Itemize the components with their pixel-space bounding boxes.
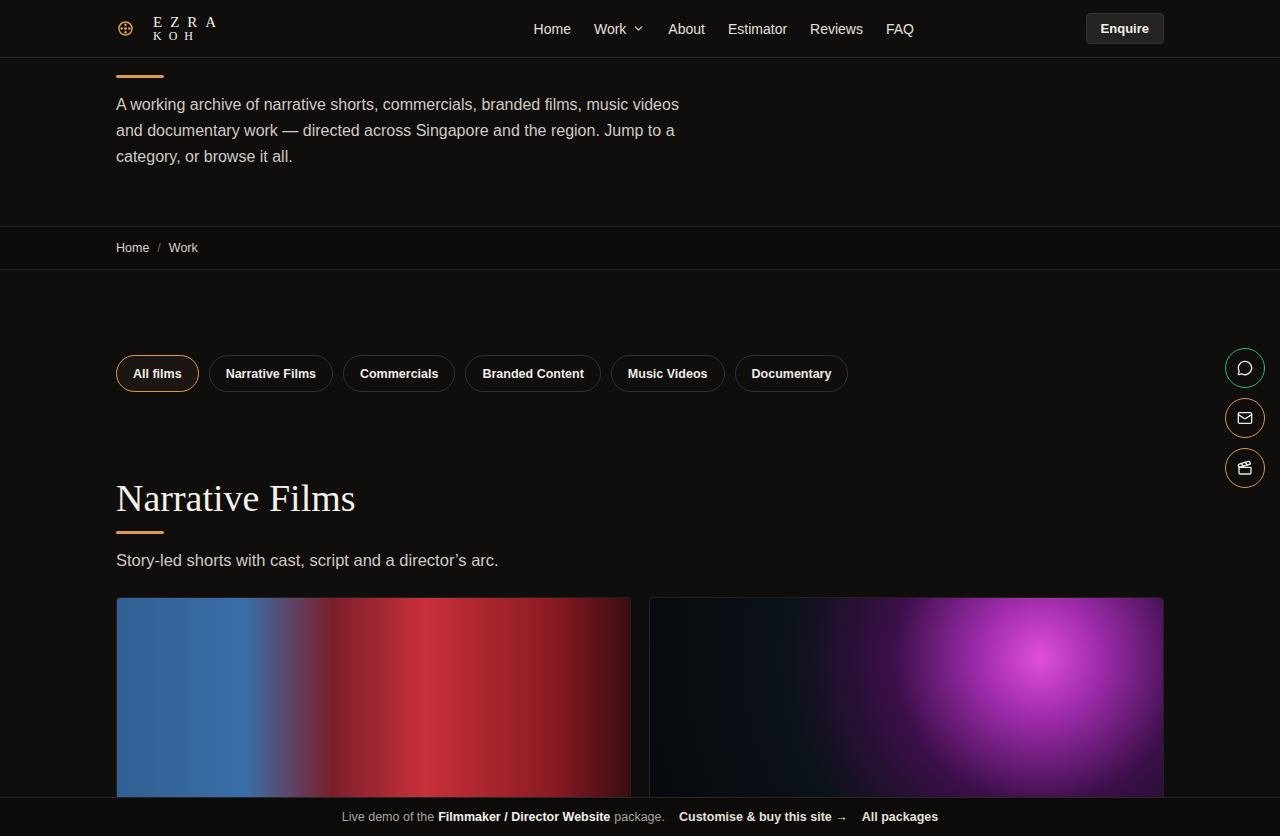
category-filters: All films Narrative Films CommercialsBrand… <box>116 355 1164 392</box>
breadcrumb-separator: / <box>157 241 160 255</box>
site-header: EZRAKOH Home Work About Estimator Reviews FAQ E… <box>0 0 1280 58</box>
mail-icon <box>1237 410 1253 426</box>
film-icon <box>1237 460 1253 476</box>
filter-pill[interactable]: Commercials <box>343 355 456 392</box>
demo-note: Live demo of theFilmmaker / Director Web… <box>342 810 665 824</box>
page: EZRAKOH Home Work About Estimator Reviews FAQ E… <box>0 0 1280 836</box>
breadcrumb: Home / Work <box>0 227 1280 270</box>
logo[interactable]: EZRAKOH <box>118 15 358 42</box>
hero-description: A working archive of narrative shorts, c… <box>116 92 706 170</box>
nav-item[interactable]: Home <box>534 21 571 37</box>
floating-actions <box>1225 348 1265 488</box>
section-accent <box>116 531 164 534</box>
section-subtitle: Story-led shorts with cast, script and a… <box>116 548 1164 572</box>
main-nav: Home Work About Estimator Reviews FAQ <box>358 21 1086 37</box>
section-title: Narrative Films <box>116 476 1164 520</box>
work-main: All films Narrative Films CommercialsBrand… <box>0 270 1280 836</box>
nav-item[interactable]: About <box>668 21 705 37</box>
demo-bar: Live demo of theFilmmaker / Director Web… <box>0 797 1280 836</box>
logo-text: EZRAKOH <box>153 15 224 42</box>
nav-item[interactable]: Reviews <box>810 21 863 37</box>
breadcrumb-item[interactable]: Home <box>116 241 149 255</box>
mail-button[interactable] <box>1225 398 1265 438</box>
hero-accent <box>116 75 164 78</box>
filter-pill[interactable]: Narrative Films <box>209 355 333 392</box>
filter-pill[interactable]: Branded Content <box>465 355 600 392</box>
chat-icon <box>1237 360 1253 376</box>
filter-pill[interactable]: Documentary <box>735 355 849 392</box>
demo-link[interactable]: Customise & buy this site → <box>679 810 848 824</box>
filter-pill[interactable]: Music Videos <box>611 355 725 392</box>
breadcrumb-item: Work <box>169 241 198 255</box>
hero: A working archive of narrative shorts, c… <box>0 58 1280 227</box>
film-button[interactable] <box>1225 448 1265 488</box>
nav-item[interactable]: Estimator <box>728 21 787 37</box>
nav-item[interactable]: Work <box>594 21 645 37</box>
reel-logo-icon <box>118 21 133 36</box>
chevron-down-icon <box>632 22 645 35</box>
nav-item[interactable]: FAQ <box>886 21 914 37</box>
demo-link[interactable]: All packages <box>862 810 938 824</box>
chat-button[interactable] <box>1225 348 1265 388</box>
enquire-button[interactable]: Enquire <box>1086 13 1164 44</box>
filter-pill[interactable]: All films <box>116 355 199 392</box>
